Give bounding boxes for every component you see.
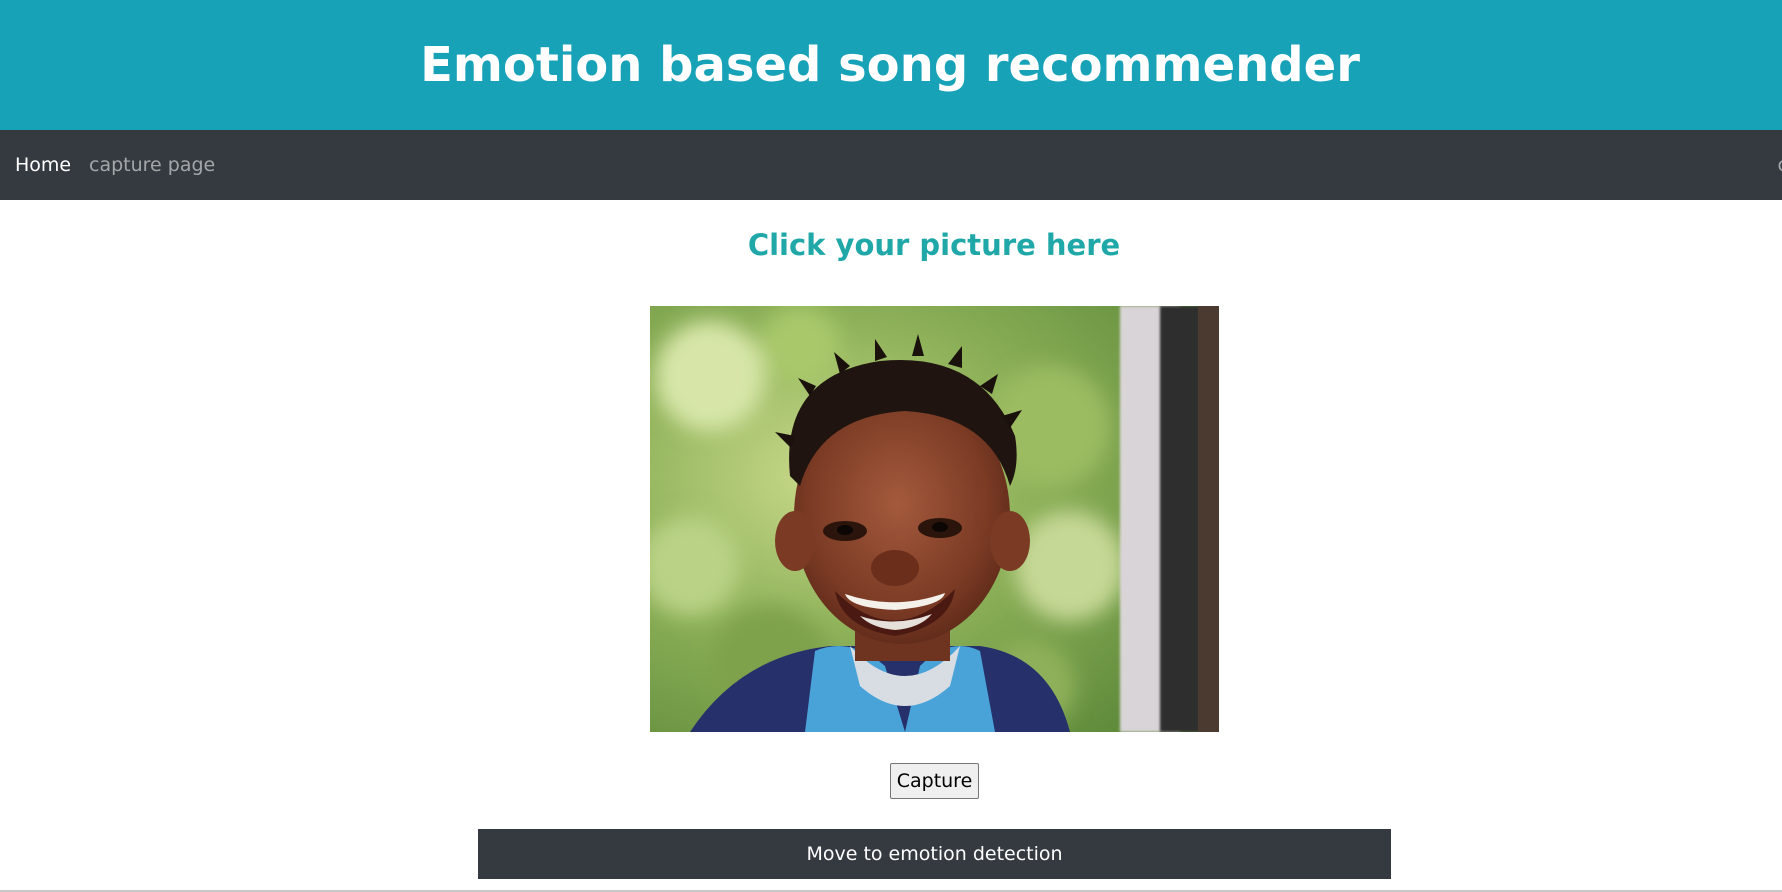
- webcam-photo: [650, 306, 1219, 732]
- page-title: Emotion based song recommender: [420, 37, 1360, 93]
- camera-view: [650, 306, 1219, 732]
- navbar-clipped-text[interactable]: c: [1778, 130, 1782, 200]
- site-header: Emotion based song recommender: [0, 0, 1782, 130]
- move-to-emotion-detection-button[interactable]: Move to emotion detection: [478, 829, 1391, 879]
- navbar: Home capture page c: [0, 130, 1782, 200]
- capture-button[interactable]: Capture: [890, 763, 979, 799]
- section-heading: Click your picture here: [747, 228, 1121, 262]
- nav-link-capture-page[interactable]: capture page: [89, 130, 215, 200]
- nav-link-home[interactable]: Home: [15, 130, 71, 200]
